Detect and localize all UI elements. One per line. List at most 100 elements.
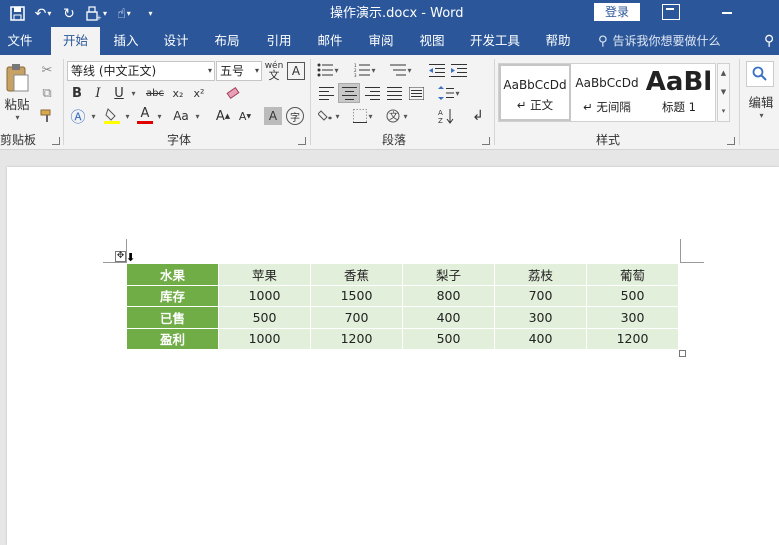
table-cell[interactable]: 400 [402,306,495,329]
styles-scrollbar[interactable]: ▲ ▼ ▾ [717,63,730,122]
paragraph-launcher-icon[interactable] [482,137,490,145]
change-case-dropdown[interactable]: ▾ [192,107,202,125]
ribbon-display-options-icon[interactable] [662,4,680,20]
bullets-icon[interactable]: ▾ [316,61,340,79]
paste-dropdown[interactable]: ▾ [10,111,24,123]
undo-icon[interactable]: ↶ ▾ [32,3,54,25]
scroll-up-icon[interactable]: ▲ [718,64,729,83]
line-spacing-icon[interactable]: ▾ [436,84,462,102]
show-formatting-marks-icon[interactable]: ↲ [468,107,488,125]
more-styles-icon[interactable]: ▾ [718,102,729,121]
table-cell[interactable]: 香蕉 [310,263,403,286]
tab-mailings[interactable]: 邮件 [310,27,350,55]
copy-icon[interactable]: ⧉ [38,84,56,102]
subscript-button[interactable]: x₂ [169,84,187,102]
borders-icon[interactable]: ▾ [350,107,376,125]
table-cell[interactable]: 葡萄 [586,263,679,286]
table-cell[interactable]: 300 [586,306,679,329]
strikethrough-button[interactable]: abc [143,84,167,102]
table-cell[interactable]: 1000 [218,284,311,307]
table-row-header[interactable]: 已售 [126,306,219,329]
tab-insert[interactable]: 插入 [106,27,146,55]
italic-button[interactable]: I [89,84,107,102]
font-name-select[interactable]: 等线 (中文正文) ▾ [67,61,215,81]
tab-design[interactable]: 设计 [156,27,196,55]
editing-button[interactable]: 编辑 [744,93,778,110]
grow-font-button[interactable]: A ▲ [214,107,232,125]
table-cell[interactable]: 500 [402,327,495,350]
character-shading-button[interactable]: A [264,107,282,125]
table-cell[interactable]: 1200 [586,327,679,350]
table-cell[interactable]: 500 [218,306,311,329]
paste-button[interactable]: 粘贴 [0,95,34,112]
distributed-icon[interactable] [406,84,426,102]
phonetic-guide-icon[interactable]: wén 文 [264,61,284,82]
table-cell[interactable]: 1200 [310,327,403,350]
editing-dropdown[interactable]: ▾ [754,109,768,121]
style-no-spacing[interactable]: AaBbCcDd ↵ 无间隔 [571,64,643,121]
paste-icon[interactable] [2,61,32,95]
find-icon[interactable] [746,61,774,87]
table-cell[interactable]: 苹果 [218,263,311,286]
save-icon[interactable] [6,3,28,25]
table-cell[interactable]: 300 [494,306,587,329]
multilevel-list-icon[interactable]: ▾ [388,61,414,79]
asian-layout-icon[interactable]: 文 ▾ [384,107,410,125]
table-cell[interactable]: 700 [494,284,587,307]
underline-button[interactable]: U [110,84,128,102]
table-cell[interactable]: 500 [586,284,679,307]
login-button[interactable]: 登录 [594,3,640,21]
fruit-table[interactable]: 水果 苹果 香蕉 梨子 荔枝 葡萄 库存 1000 1500 800 700 5… [126,263,679,350]
table-cell[interactable]: 700 [310,306,403,329]
clear-formatting-icon[interactable] [224,84,242,102]
shrink-font-button[interactable]: A ▼ [236,107,254,125]
justify-icon[interactable] [384,84,404,102]
tab-file[interactable]: 文件 [0,27,40,55]
document-page[interactable]: ✥ ⬇ 水果 苹果 香蕉 梨子 荔枝 葡萄 库存 1000 1500 800 7… [7,167,779,545]
tab-developer[interactable]: 开发工具 [465,27,525,55]
shading-icon[interactable]: ▾ [316,107,342,125]
style-heading-1[interactable]: AaBl 标题 1 [643,64,715,121]
text-effects-icon[interactable]: Ⓐ [68,107,88,126]
clipboard-launcher-icon[interactable] [52,137,60,145]
table-cell[interactable]: 1000 [218,327,311,350]
styles-launcher-icon[interactable] [727,137,735,145]
character-border-icon[interactable]: A [287,62,305,80]
redo-icon[interactable]: ↻ [58,3,80,25]
change-case-button[interactable]: Aa [170,107,192,125]
table-cell[interactable]: 800 [402,284,495,307]
minimize-icon[interactable] [722,12,732,14]
tab-layout[interactable]: 布局 [207,27,247,55]
superscript-button[interactable]: x² [190,84,208,102]
highlight-icon[interactable] [102,107,122,125]
table-resize-handle[interactable] [679,350,686,357]
table-row-header[interactable]: 盈利 [126,327,219,350]
tab-help[interactable]: 帮助 [538,27,578,55]
format-painter-icon[interactable] [38,107,56,125]
align-center-icon[interactable] [338,83,360,103]
font-color-dropdown[interactable]: ▾ [154,107,164,125]
enclose-characters-button[interactable]: 字 [286,107,304,125]
align-left-icon[interactable] [316,84,336,102]
font-launcher-icon[interactable] [298,137,306,145]
tab-view[interactable]: 视图 [412,27,452,55]
tab-review[interactable]: 审阅 [361,27,401,55]
scroll-down-icon[interactable]: ▼ [718,83,729,102]
cut-icon[interactable]: ✂ [38,61,56,79]
font-color-icon[interactable]: A [136,105,154,125]
table-move-handle-icon[interactable]: ✥ [115,251,126,262]
sort-icon[interactable]: AZ [436,107,456,125]
numbering-icon[interactable]: 1 2 3 ▾ [352,61,378,79]
table-cell[interactable]: 梨子 [402,263,495,286]
underline-dropdown[interactable]: ▾ [128,84,138,102]
style-normal[interactable]: AaBbCcDd ↵ 正文 [499,64,571,121]
tab-references[interactable]: 引用 [259,27,299,55]
bold-button[interactable]: B [68,84,86,102]
customize-qat-icon[interactable]: ▾ [139,3,161,25]
table-cell[interactable]: 1500 [310,284,403,307]
table-row-header[interactable]: 水果 [126,263,219,286]
print-preview-icon[interactable]: + ▾ [84,3,109,25]
tell-me-search[interactable]: ⚲ 告诉我你想要做什么 [598,27,721,55]
table-row-header[interactable]: 库存 [126,284,219,307]
highlight-dropdown[interactable]: ▾ [122,107,132,125]
